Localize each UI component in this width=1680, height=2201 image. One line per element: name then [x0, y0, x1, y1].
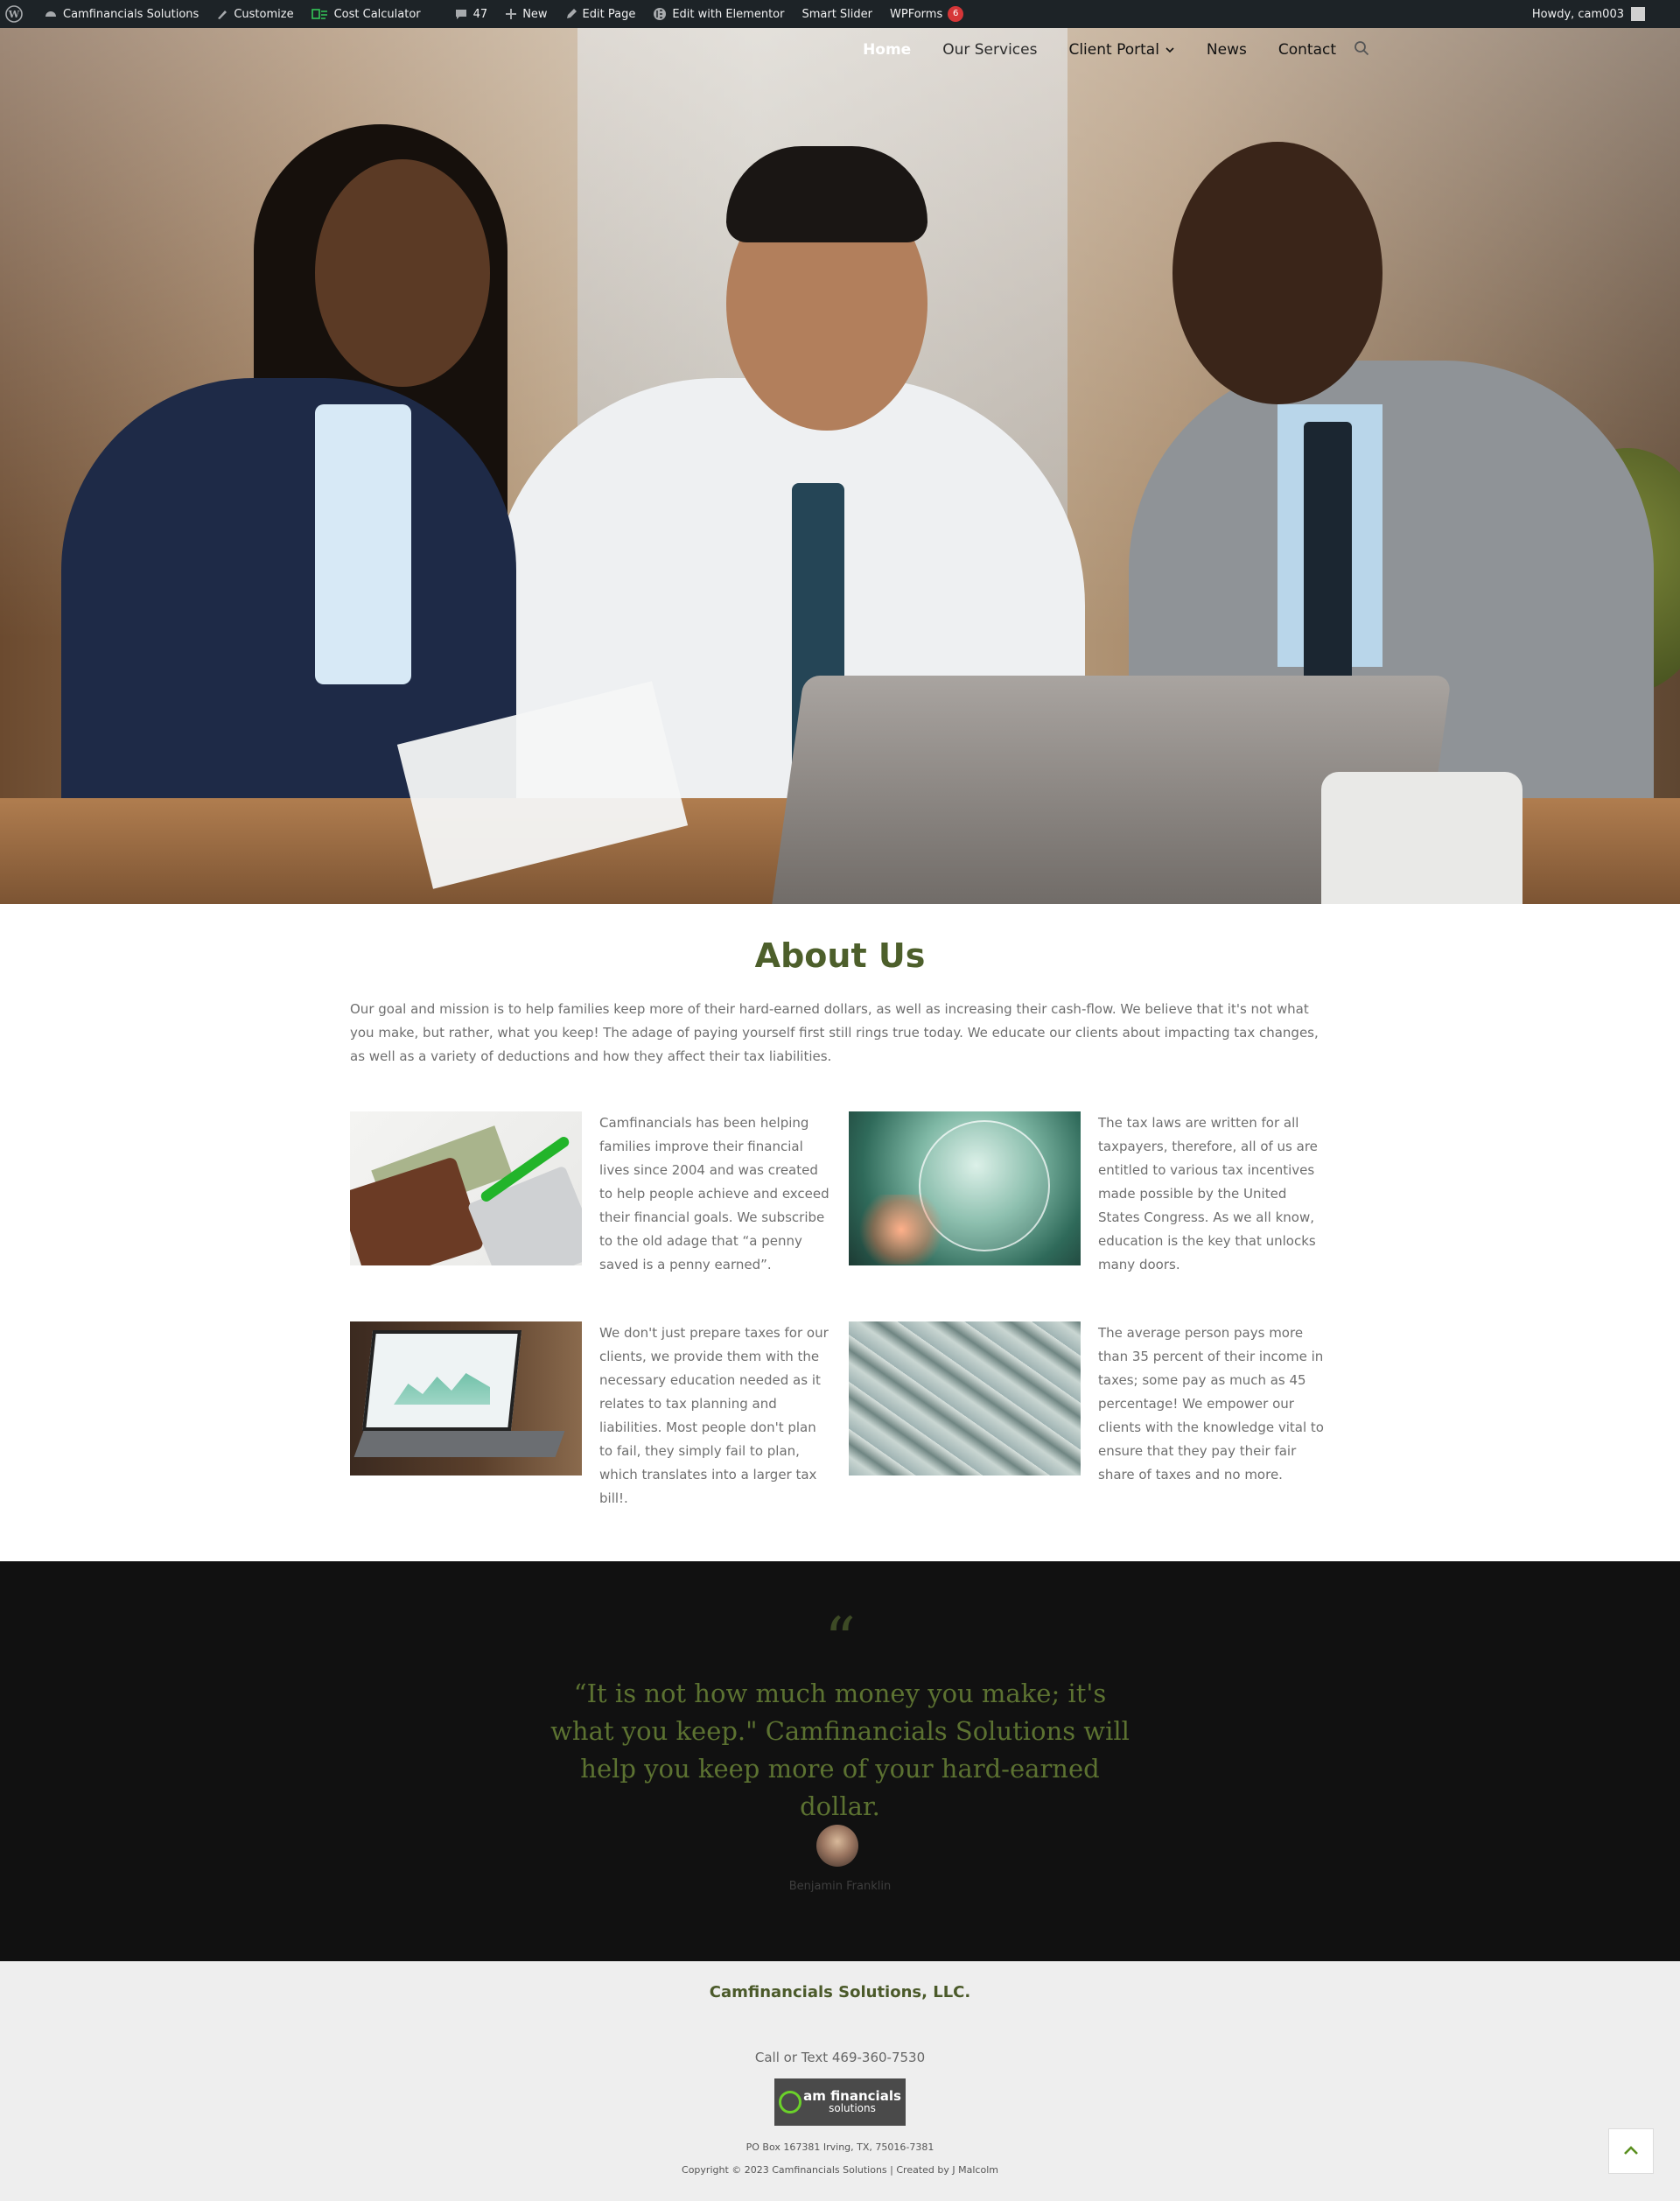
- new-label: New: [522, 7, 548, 21]
- logo-line-2: solutions: [829, 2102, 876, 2114]
- quote-text: “It is not how much money you make; it's…: [550, 1679, 1130, 1821]
- laptop-dashboard-image: [350, 1321, 582, 1476]
- elementor-icon: [654, 8, 667, 20]
- footer: Camfinancials Solutions, LLC. Call or Te…: [0, 1961, 1680, 2201]
- wordpress-logo-icon[interactable]: W: [0, 0, 35, 28]
- nav-news[interactable]: News: [1207, 41, 1247, 59]
- main-nav: Home Our Services Client Portal News Con…: [831, 28, 1680, 72]
- wpforms-label: WPForms: [890, 7, 943, 21]
- pencil-icon: [566, 9, 577, 18]
- logo-c-icon: [779, 2091, 802, 2113]
- howdy-label: Howdy, cam003: [1531, 7, 1624, 21]
- admin-smart-slider[interactable]: Smart Slider: [793, 0, 881, 28]
- nav-home[interactable]: Home: [863, 41, 911, 59]
- comments-count: 47: [472, 7, 488, 21]
- comment-icon: [455, 10, 466, 19]
- chevron-down-icon: [1166, 47, 1174, 53]
- footer-copyright: Copyright © 2023 Camfinancials Solutions…: [682, 2164, 998, 2176]
- footer-logo[interactable]: am financials solutions: [774, 2078, 906, 2126]
- nav-contact[interactable]: Contact: [1278, 41, 1336, 59]
- quote-mark-icon: “: [824, 1604, 856, 1676]
- about-title: About Us: [754, 936, 926, 975]
- calculator-icon: [311, 9, 327, 19]
- footer-phone: Call or Text 469-360-7530: [754, 2050, 926, 2065]
- footer-company-name: Camfinancials Solutions, LLC.: [709, 1983, 971, 2001]
- admin-edit-page[interactable]: Edit Page: [556, 0, 645, 28]
- admin-cost-calculator[interactable]: Cost Calculator: [303, 0, 430, 28]
- brush-icon: [218, 11, 228, 19]
- avatar: [1631, 7, 1645, 21]
- about-intro: Our goal and mission is to help families…: [350, 1001, 1319, 1064]
- technology-globe-image: [849, 1111, 1081, 1265]
- admin-comments[interactable]: 47: [445, 0, 497, 28]
- site-name-label: Camfinancials Solutions: [63, 7, 200, 21]
- admin-wpforms[interactable]: WPForms 6: [881, 0, 972, 28]
- pen-holder: [1321, 772, 1522, 904]
- search-icon[interactable]: [1354, 40, 1369, 60]
- feature-text: The average person pays more than 35 per…: [1098, 1325, 1324, 1483]
- admin-site-name[interactable]: Camfinancials Solutions: [35, 0, 207, 28]
- footer-address: PO Box 167381 Irving, TX, 75016-7381: [746, 2141, 934, 2153]
- nav-client-portal[interactable]: Client Portal: [1068, 41, 1174, 59]
- chevron-up-icon: [1624, 2146, 1638, 2155]
- admin-bar: W Camfinancials Solutions Customize Cost…: [0, 0, 1680, 28]
- feature-text: Camfinancials has been helping families …: [599, 1115, 830, 1272]
- admin-new[interactable]: New: [496, 0, 556, 28]
- logo-line-1: am financials: [803, 2088, 901, 2104]
- wpforms-badge: 6: [948, 6, 964, 22]
- testimonial-section: “ “It is not how much money you make; it…: [0, 1561, 1680, 1961]
- scroll-to-top-button[interactable]: [1608, 2128, 1654, 2174]
- hero-image: [0, 28, 1680, 904]
- plus-icon: [506, 9, 517, 19]
- nav-client-portal-label: Client Portal: [1068, 41, 1159, 59]
- quote-author: Benjamin Franklin: [788, 1880, 892, 1893]
- nav-our-services[interactable]: Our Services: [942, 41, 1037, 59]
- author-avatar: [816, 1825, 858, 1867]
- wallet-calculator-image: [350, 1111, 582, 1265]
- admin-customize[interactable]: Customize: [207, 0, 302, 28]
- dollar-bills-image: [849, 1321, 1081, 1476]
- admin-edit-elementor[interactable]: Edit with Elementor: [644, 0, 793, 28]
- dashboard-icon: [46, 11, 56, 17]
- svg-text:W: W: [8, 9, 20, 20]
- feature-text: We don't just prepare taxes for our clie…: [599, 1325, 829, 1506]
- smart-slider-label: Smart Slider: [802, 7, 872, 21]
- admin-account[interactable]: Howdy, cam003: [1523, 0, 1645, 28]
- edit-elementor-label: Edit with Elementor: [672, 7, 785, 21]
- cost-calculator-label: Cost Calculator: [333, 7, 421, 21]
- edit-page-label: Edit Page: [582, 7, 636, 21]
- feature-text: The tax laws are written for all taxpaye…: [1098, 1115, 1318, 1272]
- customize-label: Customize: [234, 7, 294, 21]
